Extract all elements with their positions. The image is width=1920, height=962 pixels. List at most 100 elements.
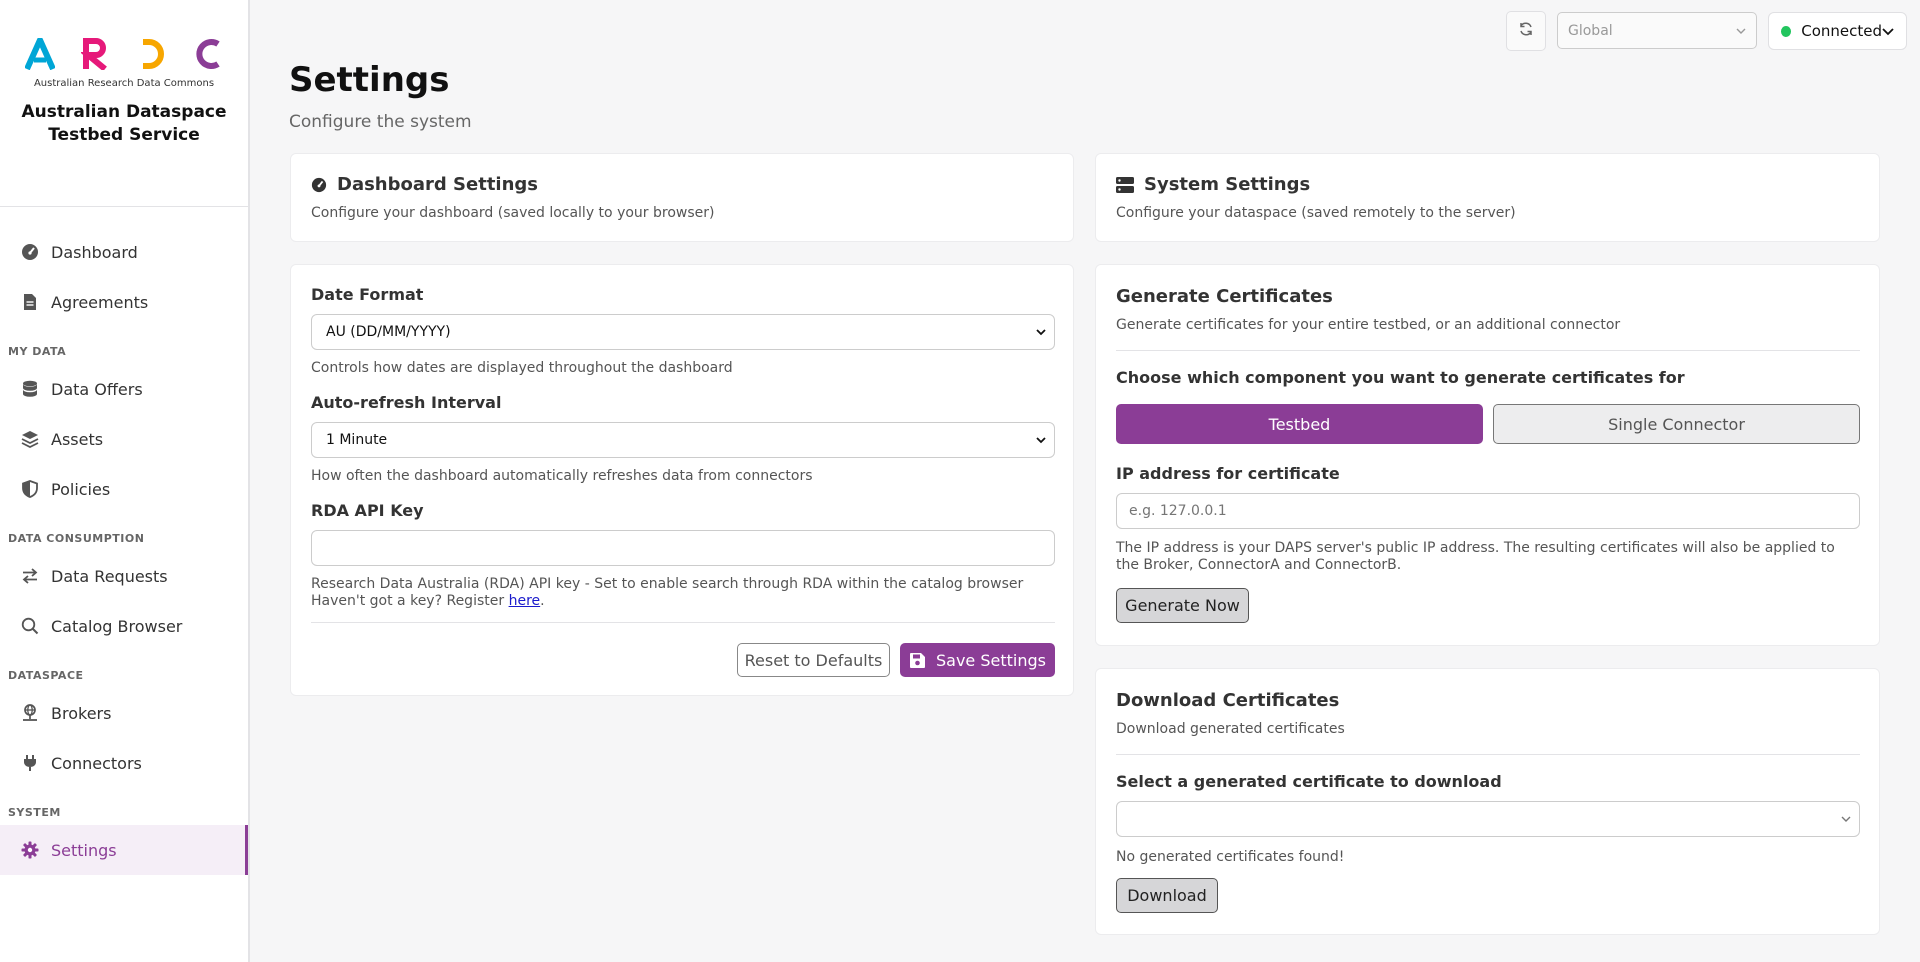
- network-icon: [21, 704, 39, 722]
- chevron-down-icon: [1841, 811, 1851, 827]
- page-title: Settings: [289, 60, 450, 100]
- scope-select[interactable]: Global: [1557, 12, 1757, 49]
- rda-api-key-help: Research Data Australia (RDA) API key - …: [311, 576, 1055, 610]
- server-icon: [1116, 176, 1134, 193]
- single-connector-option-button[interactable]: Single Connector: [1493, 404, 1860, 444]
- component-choice-label: Choose which component you want to gener…: [1116, 368, 1685, 387]
- document-icon: [21, 293, 39, 311]
- chevron-down-icon: [1036, 432, 1046, 448]
- rda-help-prefix: Haven't got a key? Register: [311, 593, 509, 609]
- date-format-select[interactable]: AU (DD/MM/YYYY): [311, 314, 1055, 350]
- plug-icon: [21, 754, 39, 772]
- floppy-disk-icon: [909, 652, 926, 669]
- sidebar-item-label: Connectors: [51, 753, 142, 773]
- rda-api-key-label: RDA API Key: [311, 501, 424, 520]
- sidebar-item-label: Assets: [51, 429, 104, 449]
- dashboard-settings-description: Configure your dashboard (saved locally …: [311, 205, 715, 221]
- sidebar-item-agreements[interactable]: Agreements: [0, 277, 248, 327]
- download-certificates-description: Download generated certificates: [1116, 721, 1345, 737]
- download-certificates-title: Download Certificates: [1116, 690, 1340, 711]
- logo-letter-c: [196, 39, 220, 69]
- component-toggle-group: Testbed Single Connector: [1116, 404, 1860, 444]
- sidebar-item-label: Data Requests: [51, 566, 168, 586]
- nav-section-data-consumption: DATA CONSUMPTION: [8, 532, 145, 545]
- sidebar-item-connectors[interactable]: Connectors: [0, 738, 248, 788]
- search-icon: [21, 617, 39, 635]
- date-format-label: Date Format: [311, 285, 424, 304]
- no-certificates-message: No generated certificates found!: [1116, 849, 1345, 865]
- app-title-line2: Testbed Service: [48, 125, 200, 145]
- nav-section-my-data: MY DATA: [8, 345, 67, 358]
- chevron-down-icon: [1036, 324, 1046, 340]
- certificate-select-label: Select a generated certificate to downlo…: [1116, 772, 1502, 791]
- dashboard-settings-header-card: Dashboard Settings Configure your dashbo…: [290, 153, 1074, 242]
- brand: Australian Research Data Commons Austral…: [0, 0, 248, 207]
- topbar: Global Connected: [1506, 11, 1907, 51]
- logo-letter-a: [25, 38, 55, 70]
- rda-help-suffix: .: [540, 593, 545, 609]
- refresh-interval-label: Auto-refresh Interval: [311, 393, 502, 412]
- dashboard-settings-title-text: Dashboard Settings: [337, 174, 539, 195]
- generate-certificates-title: Generate Certificates: [1116, 286, 1333, 307]
- download-button[interactable]: Download: [1116, 878, 1218, 913]
- sidebar-item-catalog-browser[interactable]: Catalog Browser: [0, 601, 248, 651]
- logo-letter-d: [143, 39, 164, 69]
- layers-icon: [21, 430, 39, 448]
- refresh-interval-select[interactable]: 1 Minute: [311, 422, 1055, 458]
- rda-register-link[interactable]: here: [509, 593, 541, 609]
- refresh-icon: [1518, 21, 1534, 41]
- sidebar-item-policies[interactable]: Policies: [0, 464, 248, 514]
- sidebar-item-label: Policies: [51, 479, 111, 499]
- refresh-interval-select-value: 1 Minute: [326, 432, 388, 448]
- sidebar-item-data-requests[interactable]: Data Requests: [0, 551, 248, 601]
- rda-help-line1: Research Data Australia (RDA) API key - …: [311, 576, 1024, 592]
- sidebar-item-label: Settings: [51, 840, 117, 860]
- ip-address-label: IP address for certificate: [1116, 464, 1340, 483]
- rda-help-line2: Haven't got a key? Register here.: [311, 593, 1055, 610]
- sidebar-item-settings[interactable]: Settings: [0, 825, 248, 875]
- dashboard-settings-title: Dashboard Settings: [311, 174, 1053, 195]
- ardc-logo: [25, 38, 223, 70]
- app-title: Australian Dataspace Testbed Service: [21, 101, 226, 147]
- sidebar-item-brokers[interactable]: Brokers: [0, 688, 248, 738]
- sidebar-item-label: Brokers: [51, 703, 112, 723]
- testbed-option-button[interactable]: Testbed: [1116, 404, 1483, 444]
- generate-now-button[interactable]: Generate Now: [1116, 588, 1249, 623]
- chevron-down-icon: [1736, 23, 1746, 39]
- refresh-interval-help: How often the dashboard automatically re…: [311, 468, 813, 484]
- sidebar-item-label: Data Offers: [51, 379, 143, 399]
- gauge-icon: [21, 243, 39, 261]
- sidebar: Australian Research Data Commons Austral…: [0, 0, 250, 962]
- app-title-line1: Australian Dataspace: [21, 102, 227, 122]
- ip-address-help: The IP address is your DAPS server's pub…: [1116, 540, 1835, 573]
- reset-defaults-button[interactable]: Reset to Defaults: [737, 643, 890, 677]
- gauge-icon: [311, 177, 327, 193]
- sidebar-item-dashboard[interactable]: Dashboard: [0, 227, 248, 277]
- divider: [1116, 350, 1860, 351]
- date-format-select-value: AU (DD/MM/YYYY): [326, 324, 451, 340]
- shield-icon: [21, 480, 39, 498]
- sidebar-item-assets[interactable]: Assets: [0, 414, 248, 464]
- system-settings-title-text: System Settings: [1144, 174, 1311, 195]
- system-settings-description: Configure your dataspace (saved remotely…: [1116, 205, 1516, 221]
- system-settings-header-card: System Settings Configure your dataspace…: [1095, 153, 1880, 242]
- divider: [311, 622, 1055, 623]
- chevron-down-icon: [1882, 22, 1894, 40]
- certificate-select[interactable]: [1116, 801, 1860, 837]
- ip-address-input[interactable]: [1116, 493, 1860, 529]
- save-settings-button[interactable]: Save Settings: [900, 643, 1055, 677]
- generate-certificates-description: Generate certificates for your entire te…: [1116, 317, 1621, 333]
- database-icon: [21, 380, 39, 398]
- rda-api-key-input[interactable]: [311, 530, 1055, 566]
- refresh-button[interactable]: [1506, 11, 1546, 51]
- save-settings-label: Save Settings: [936, 650, 1046, 670]
- nav-section-dataspace: DATASPACE: [8, 669, 84, 682]
- logo-subtitle: Australian Research Data Commons: [33, 78, 215, 89]
- connection-status-dropdown[interactable]: Connected: [1768, 12, 1907, 50]
- sidebar-item-data-offers[interactable]: Data Offers: [0, 364, 248, 414]
- system-settings-title: System Settings: [1116, 174, 1859, 195]
- arrows-icon: [21, 567, 39, 585]
- gear-icon: [21, 841, 39, 859]
- scope-select-value: Global: [1568, 22, 1613, 39]
- status-dot: [1781, 25, 1792, 37]
